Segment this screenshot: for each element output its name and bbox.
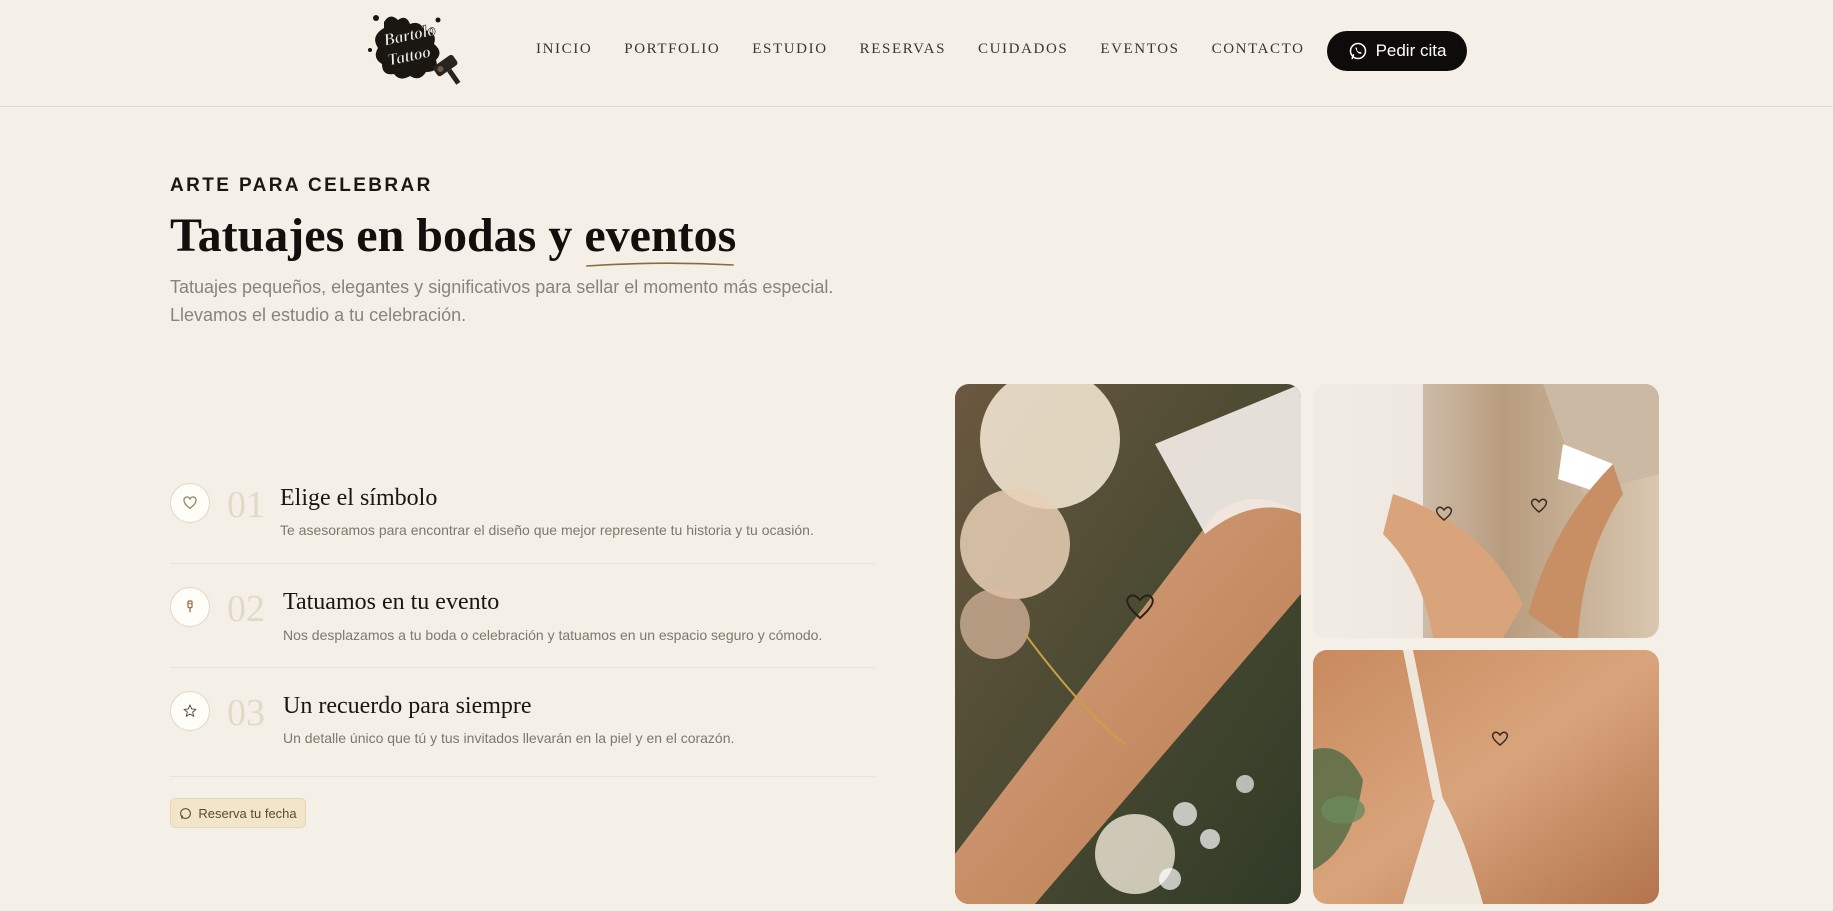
subtitle-line-1: Tatuajes pequeños, elegantes y significa…	[170, 277, 834, 297]
collarbone-heart-tattoo-photo	[1313, 650, 1659, 904]
pedir-cita-button[interactable]: Pedir cita	[1327, 31, 1467, 71]
title-start: Tatuajes en bodas y	[170, 209, 585, 262]
wrist-heart-tattoo-photo	[955, 384, 1301, 904]
step-number: 01	[227, 484, 265, 526]
main-nav: INICIO PORTFOLIO ESTUDIO RESERVAS CUIDAD…	[536, 41, 1337, 58]
whatsapp-icon	[1349, 42, 1366, 60]
bartolo-tattoo-logo[interactable]: Bartolo Tattoo	[362, 10, 470, 92]
nav-link-estudio[interactable]: ESTUDIO	[752, 41, 827, 58]
step-description: Te asesoramos para encontrar el diseño q…	[280, 522, 814, 538]
whatsapp-icon	[180, 807, 192, 819]
subtitle-line-2: Llevamos el estudio a tu celebración.	[170, 305, 467, 325]
site-header: Bartolo Tattoo INICIO PORTFOLIO ESTUDIO …	[0, 0, 1833, 107]
nav-link-cuidados[interactable]: CUIDADOS	[978, 41, 1068, 58]
step-number: 03	[227, 692, 265, 734]
divider	[170, 776, 875, 777]
heart-icon	[170, 483, 210, 523]
divider	[170, 667, 875, 668]
nav-link-inicio[interactable]: INICIO	[536, 41, 592, 58]
step-title: Elige el símbolo	[280, 485, 438, 511]
title-emphasis-text: eventos	[584, 209, 737, 262]
divider	[170, 563, 875, 564]
title-emphasis: eventos	[584, 208, 737, 267]
nav-link-reservas[interactable]: RESERVAS	[860, 41, 946, 58]
cta-label: Pedir cita	[1375, 41, 1447, 60]
nav-link-contacto[interactable]: CONTACTO	[1212, 41, 1305, 58]
underline-flourish	[586, 262, 735, 267]
step-description: Nos desplazamos a tu boda o celebración …	[283, 627, 823, 643]
nav-link-portfolio[interactable]: PORTFOLIO	[624, 41, 720, 58]
couple-hands-heart-tattoos-photo	[1313, 384, 1659, 638]
star-icon	[170, 691, 210, 731]
step-title: Tatuamos en tu evento	[283, 589, 500, 615]
hero-subtitle: Tatuajes pequeños, elegantes y significa…	[170, 273, 890, 329]
section-eyebrow: ARTE PARA CELEBRAR	[170, 175, 433, 196]
page-title: Tatuajes en bodas y eventos	[170, 208, 737, 267]
step-number: 02	[227, 588, 265, 630]
step-title: Un recuerdo para siempre	[283, 693, 532, 719]
step-description: Un detalle único que tú y tus invitados …	[283, 730, 735, 746]
nav-link-eventos[interactable]: EVENTOS	[1100, 41, 1179, 58]
book-button-label: Reserva tu fecha	[198, 805, 297, 821]
reserva-tu-fecha-button[interactable]: Reserva tu fecha	[170, 798, 306, 828]
tattoo-machine-icon	[170, 587, 210, 627]
